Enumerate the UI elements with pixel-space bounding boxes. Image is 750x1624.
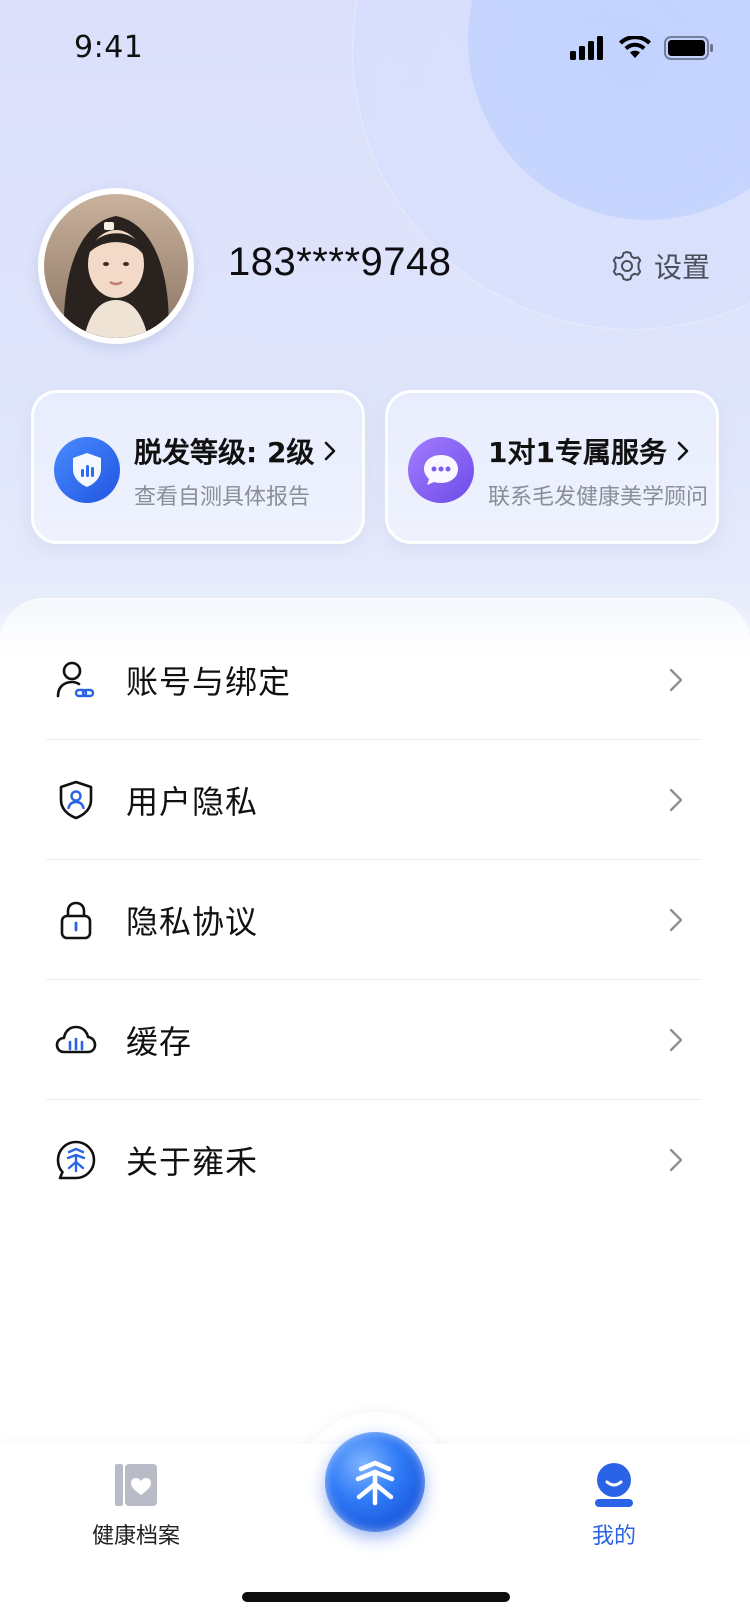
- user-phone-number: 183****9748: [228, 240, 452, 284]
- menu-item-label: 缓存: [126, 1022, 193, 1061]
- home-indicator: [242, 1592, 510, 1602]
- menu-item-label: 用户隐私: [126, 782, 259, 821]
- profile-screen: 9:41 183****9748 设置 脱发等级: 2级 查看自测具体报告 1对…: [0, 0, 750, 1624]
- chevron-right-icon: [669, 908, 683, 931]
- hair-loss-level-title: 脱发等级: 2级: [134, 436, 315, 469]
- brand-logo-icon: [54, 1138, 98, 1182]
- card-title: 脱发等级: 2级: [134, 431, 338, 471]
- menu-item-label: 关于雍禾: [126, 1143, 259, 1181]
- wifi-icon: [619, 36, 651, 58]
- status-icons: [570, 36, 714, 60]
- chat-bubble-icon: [408, 437, 474, 503]
- health-record-icon: [115, 1464, 157, 1506]
- chevron-right-icon: [669, 1148, 683, 1172]
- cellular-signal-icon: [570, 36, 603, 60]
- brand-logo-icon: [355, 1460, 395, 1506]
- tab-label: 健康档案: [91, 1524, 180, 1549]
- menu-item-label: 隐私协议: [126, 902, 259, 941]
- card-title: 1对1专属服务: [488, 431, 691, 471]
- lock-icon: [54, 898, 98, 942]
- chevron-right-icon: [669, 668, 683, 691]
- exclusive-service-title: 1对1专属服务: [488, 436, 667, 469]
- tab-label: 我的: [591, 1524, 636, 1549]
- chevron-right-icon: [669, 1028, 683, 1051]
- center-home-button[interactable]: [325, 1432, 425, 1532]
- hair-loss-level-card[interactable]: 脱发等级: 2级 查看自测具体报告: [31, 390, 365, 544]
- shield-user-icon: [54, 778, 98, 822]
- chevron-right-icon: [325, 441, 336, 461]
- gear-icon: [612, 251, 642, 281]
- tab-health-records[interactable]: 健康档案: [66, 1462, 206, 1550]
- user-profile-icon: [595, 1463, 633, 1507]
- menu-item-privacy-agreement[interactable]: 隐私协议: [46, 860, 702, 980]
- shield-chart-icon: [54, 437, 120, 503]
- settings-menu: 账号与绑定 用户隐私 隐私协议 缓存 关于雍禾: [46, 620, 702, 1220]
- chevron-right-icon: [669, 788, 683, 811]
- menu-item-about[interactable]: 关于雍禾: [46, 1100, 702, 1220]
- menu-item-cache[interactable]: 缓存: [46, 980, 702, 1100]
- exclusive-service-card[interactable]: 1对1专属服务 联系毛发健康美学顾问: [385, 390, 719, 544]
- tab-mine[interactable]: 我的: [544, 1462, 684, 1550]
- menu-item-label: 账号与绑定: [126, 662, 292, 701]
- cloud-bars-icon: [54, 1018, 98, 1062]
- avatar-photo: [44, 194, 188, 338]
- settings-button[interactable]: 设置: [610, 246, 710, 286]
- settings-label: 设置: [653, 251, 710, 284]
- status-time: 9:41: [74, 30, 144, 65]
- exclusive-service-subtitle: 联系毛发健康美学顾问: [488, 485, 709, 510]
- chevron-right-icon: [677, 441, 689, 461]
- battery-icon: [664, 36, 713, 60]
- user-link-icon: [54, 658, 98, 702]
- hair-loss-level-subtitle: 查看自测具体报告: [134, 485, 311, 510]
- status-bar: 9:41: [0, 0, 750, 100]
- menu-item-account-binding[interactable]: 账号与绑定: [46, 620, 702, 740]
- avatar[interactable]: [38, 188, 194, 344]
- menu-item-user-privacy[interactable]: 用户隐私: [46, 740, 702, 860]
